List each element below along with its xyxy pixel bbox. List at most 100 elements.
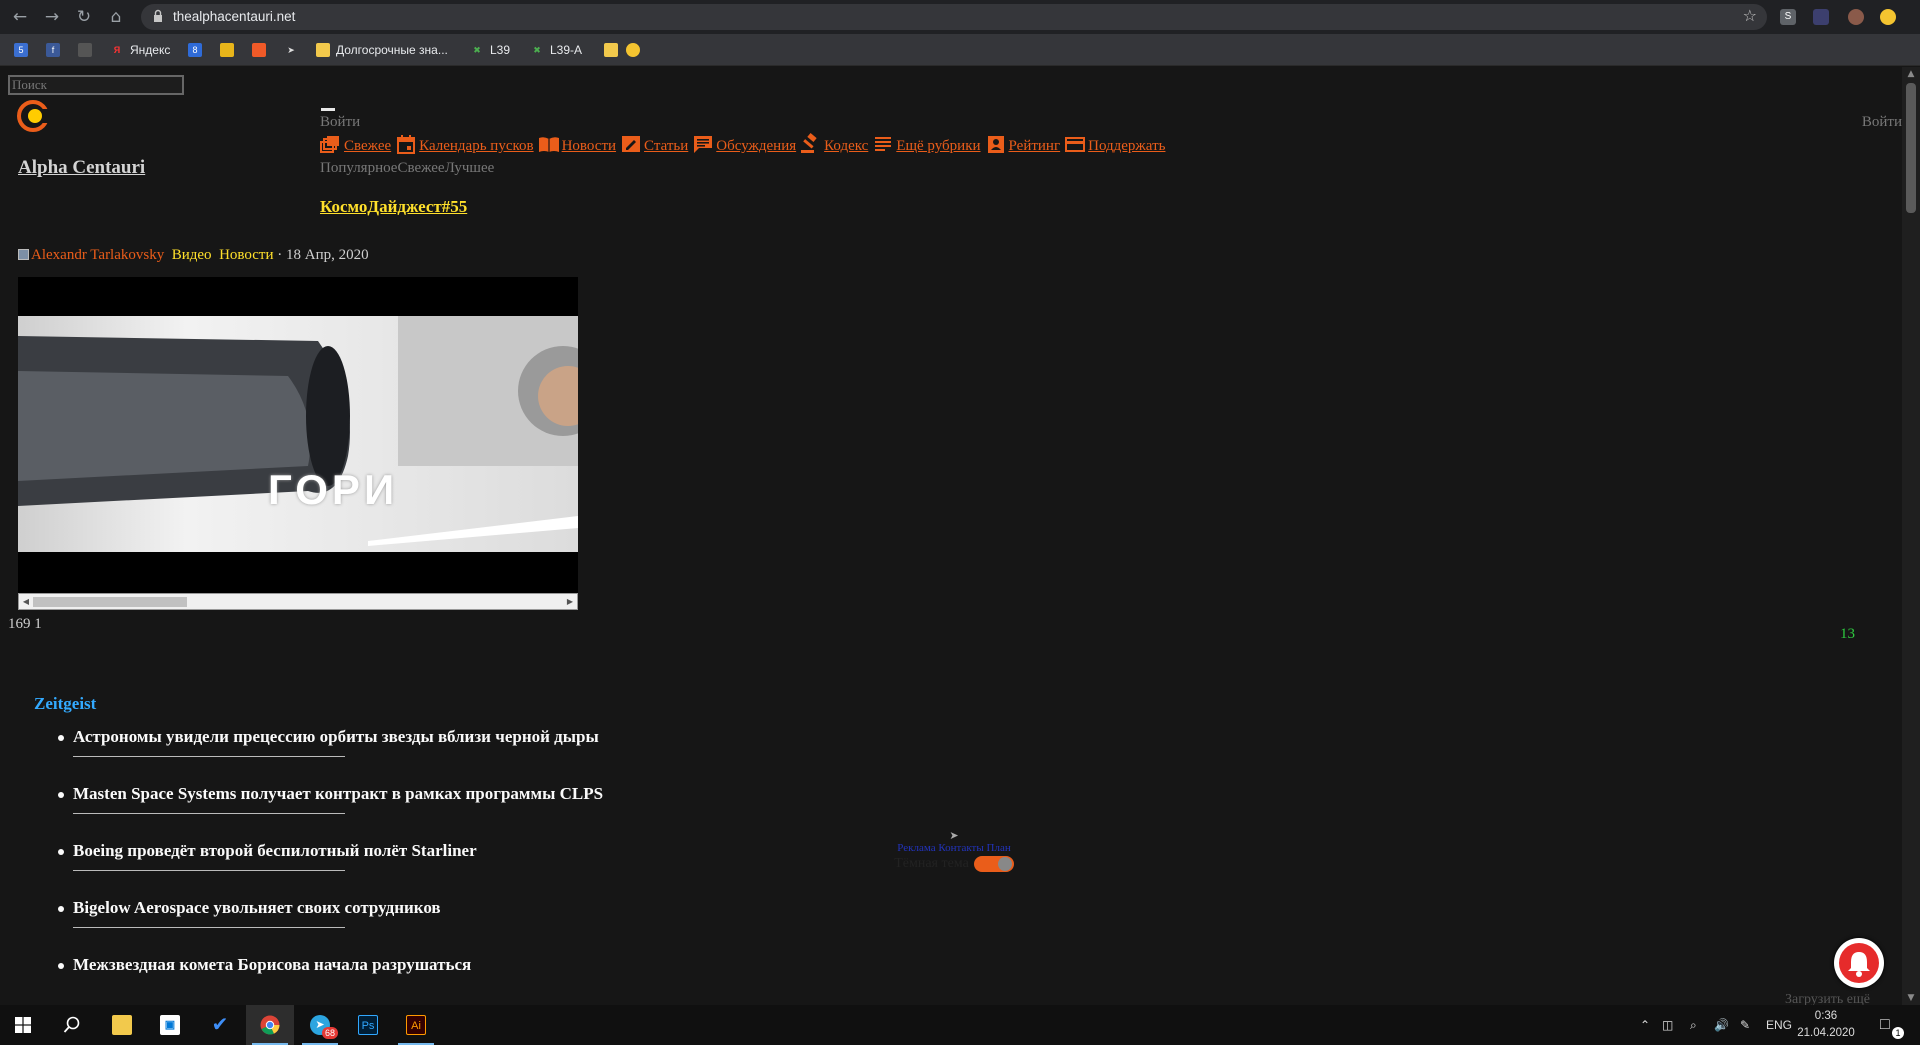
yandex-icon: Я [113,45,121,55]
author-link[interactable]: Alexandr Tarlakovsky [31,247,164,263]
taskbar-chrome[interactable] [246,1005,294,1045]
divider [73,756,345,757]
taskbar-telegram[interactable]: ➤ 68 [296,1005,344,1045]
zeitgeist-item[interactable]: Астрономы увидели прецессию орбиты звезд… [57,727,603,784]
login-link[interactable]: Войти [320,114,360,131]
zeitgeist-item[interactable]: Boeing проведёт второй беспилотный полёт… [57,841,603,898]
action-center-icon[interactable]: □ [1880,1005,1890,1045]
web-page: Поиск Alpha Centauri Войти Войти Свежее … [0,67,1902,1005]
todo-icon: ✔ [211,1014,229,1036]
reload-icon[interactable]: ↻ [73,6,95,28]
tray-battery-icon[interactable]: ◫ [1662,1005,1673,1045]
bookmark-item[interactable]: ✖ L39 [470,41,510,59]
article-title-link[interactable]: КосмоДайджест#55 [320,197,467,217]
zeitgeist-item[interactable]: Bigelow Aerospace увольняет своих сотруд… [57,898,603,955]
tray-language[interactable]: ENG [1766,1005,1792,1045]
forward-arrow-icon[interactable]: → [41,6,63,28]
taskbar-todo[interactable]: ✔ [196,1005,244,1045]
footer-link-contacts[interactable]: Контакты [938,842,983,854]
nav-more-categories[interactable]: Ещё рубрики [872,133,981,155]
zeitgeist-item[interactable]: Межзвездная комета Борисова начала разру… [57,955,603,1005]
address-bar[interactable]: thealphacentauri.net ☆ [141,4,1767,30]
bookmark-item[interactable]: ➤ [284,41,304,59]
scroll-right-arrow-icon[interactable]: ▶ [563,594,577,609]
scroll-left-arrow-icon[interactable]: ◀ [19,594,33,609]
views-count: 169 [8,616,35,632]
main-navigation: Свежее Календарь пусков Новости Статьи О… [320,133,1169,155]
tray-pen-icon[interactable]: ✎ [1740,1005,1750,1045]
home-icon[interactable]: ⌂ [105,6,127,28]
scrollbar-thumb[interactable] [33,597,187,607]
scroll-down-arrow-icon[interactable]: ▼ [1906,993,1916,1003]
nav-support[interactable]: Поддержать [1064,133,1165,155]
search-input[interactable]: Поиск [8,75,184,95]
bookmark-item[interactable] [78,41,98,59]
menu-toggle-icon[interactable] [321,108,335,111]
taskbar-search-button[interactable] [48,1005,96,1045]
profile-avatar-icon[interactable] [1848,9,1864,25]
edit-icon [622,136,641,152]
category-video-link[interactable]: Видео [172,247,212,263]
back-arrow-icon[interactable]: ← [9,6,31,28]
article-stats: 169 1 [8,616,42,633]
bookmark-folder[interactable] [604,41,624,59]
nav-discussions[interactable]: Обсуждения [692,133,796,155]
browser-toolbar: ← → ↻ ⌂ thealphacentauri.net ☆ S [0,0,1920,34]
dark-theme-toggle[interactable] [973,856,1014,872]
load-more-link[interactable]: Загрузить ещё [1785,992,1870,1005]
badge-icon [987,136,1004,153]
scroll-up-arrow-icon[interactable]: ▲ [1906,69,1916,79]
category-news-link[interactable]: Новости [219,247,273,263]
bell-background [1839,943,1879,983]
nav-launch-calendar[interactable]: Календарь пусков [395,133,534,155]
start-button[interactable] [0,1005,48,1045]
nav-fresh[interactable]: Свежее [320,133,391,155]
taskbar-store[interactable]: ▣ [146,1005,194,1045]
site-title-link[interactable]: Alpha Centauri [18,157,145,179]
tray-volume-icon[interactable]: 🔊 [1714,1005,1729,1045]
bookmark-item[interactable]: 5 [14,41,34,59]
nav-articles[interactable]: Статьи [620,133,688,155]
horizontal-scrollbar[interactable]: ◀ ▶ [18,593,578,610]
footer-link-plan[interactable]: План [987,842,1011,854]
shield-favicon [220,43,234,57]
telegram-icon[interactable]: ➤ [880,829,1028,842]
bookmark-folder[interactable]: Долгосрочные зна... [316,41,448,59]
sort-tabs[interactable]: ПопулярноеСвежееЛучшее [320,160,494,177]
login-link-right[interactable]: Войти [1862,114,1902,131]
notification-bell-button[interactable] [1834,938,1884,988]
bookmark-item[interactable]: Я Яндекс [110,41,171,59]
bookmark-item[interactable] [252,41,272,59]
bookmark-item[interactable]: ✖ L39-A [530,41,582,59]
taskbar-illustrator[interactable]: Ai [392,1005,440,1045]
page-scrollbar[interactable]: ▲ ▼ [1902,67,1920,1005]
footer-link-ads[interactable]: Реклама [897,842,935,854]
bookmark-item[interactable] [220,41,240,59]
taskbar-file-explorer[interactable] [98,1005,146,1045]
lock-icon [154,9,162,22]
bookmark-item[interactable]: f [46,41,66,59]
zeitgeist-item[interactable]: Masten Space Systems получает контракт в… [57,784,603,841]
divider [73,813,345,814]
bookmarks-bar: 5 f Я Яндекс 8 ➤ Долгосрочные зна... ✖ L39… [0,34,1920,66]
bookmark-item[interactable]: 8 [188,41,208,59]
extension-s-icon[interactable]: S [1780,9,1796,25]
bookmark-star-icon[interactable]: ☆ [1743,6,1757,25]
extension-icon[interactable] [1813,9,1829,25]
bookmark-item[interactable] [626,41,646,59]
taskbar-photoshop[interactable]: Ps [344,1005,392,1045]
nav-news[interactable]: Новости [538,133,616,155]
nav-rating[interactable]: Рейтинг [985,133,1060,155]
alpha-centauri-logo[interactable] [16,99,50,133]
tray-clock[interactable]: 0:36 21.04.2020 [1791,1008,1861,1042]
emoji-extension-icon[interactable] [1880,9,1896,25]
comments-link[interactable]: 1 [34,616,42,632]
article-meta: Alexandr Tarlakovsky Видео Новости · 18 … [18,247,369,264]
tray-wifi-icon[interactable]: ⌕ [1690,1005,1697,1045]
video-embed[interactable]: ГОРИ [18,277,578,593]
tray-chevron-icon[interactable]: ⌃ [1640,1005,1650,1045]
nav-codex[interactable]: Кодекс [800,133,868,155]
scrollbar-thumb[interactable] [1906,83,1916,213]
list-icon [875,137,892,151]
calendar-favicon: 8 [188,43,202,57]
